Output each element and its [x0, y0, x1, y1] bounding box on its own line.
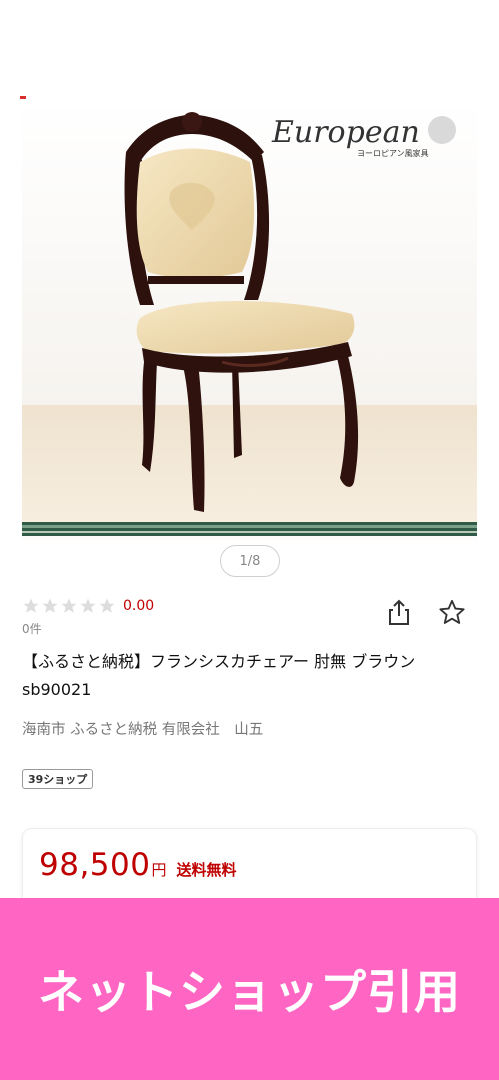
watermark-title: European [271, 115, 420, 150]
chair-photo: European ヨーロピアン風家具 [22, 100, 477, 536]
top-accent-mark [20, 96, 26, 99]
product-title: 【ふるさと納税】フランシスカチェアー 肘無 ブラウン sb90021 [22, 652, 416, 699]
shipping-label: 送料無料 [176, 861, 237, 879]
price-amount: 98,500 [39, 847, 151, 883]
price-row: 98,500 円 送料無料 [39, 847, 237, 883]
rating-star-icon [61, 598, 77, 613]
quote-banner: ネットショップ引用 [0, 898, 499, 1080]
star-outline-icon[interactable] [438, 598, 466, 626]
rating-star-icon [42, 598, 58, 613]
watermark-subtitle: ヨーロピアン風家具 [357, 148, 429, 158]
review-count[interactable]: 0件 [22, 620, 42, 637]
rating-row: 0.00 [22, 596, 154, 616]
rating-star-icon [99, 598, 115, 613]
product-image[interactable]: European ヨーロピアン風家具 [22, 100, 477, 540]
share-icon[interactable] [386, 598, 412, 626]
rating-star-icon [80, 598, 96, 613]
top-blank-area [0, 0, 499, 96]
rating-star-icon [23, 598, 39, 613]
shop-name[interactable]: 海南市 ふるさと納税 有限会社 山五 [22, 718, 263, 739]
price-currency: 円 [151, 861, 167, 879]
image-page-indicator: 1/8 [220, 545, 280, 577]
shop-badge: 39ショップ [22, 769, 94, 789]
rating-value: 0.00 [123, 598, 155, 614]
banner-text: ネットショップ引用 [38, 965, 461, 1019]
